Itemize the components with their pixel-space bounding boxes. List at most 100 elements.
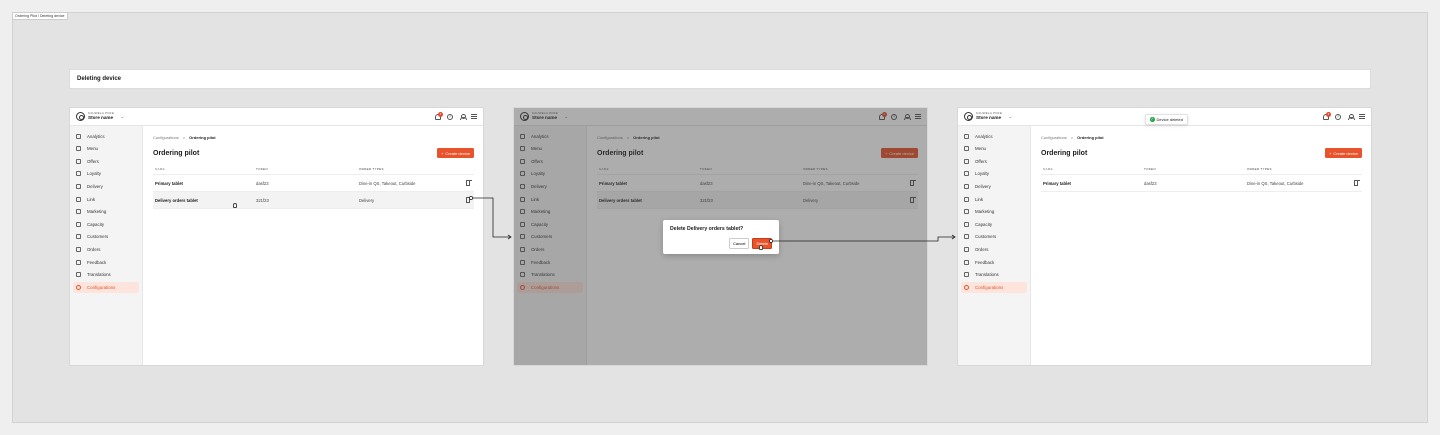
plus-icon: +	[440, 150, 444, 156]
table-row[interactable]: Delivery orders tablet 321f23 Delivery	[153, 192, 474, 209]
topbar: KAUWELA POKE Store name ⌄ 2 ?	[70, 108, 483, 126]
sidebar-item-capacity[interactable]: Capacity	[73, 219, 139, 230]
crown-icon	[76, 171, 81, 177]
page-title: Ordering pilot	[153, 149, 200, 157]
success-toast: ✓ Device deleted	[1145, 114, 1188, 125]
board-tag: Ordering Pilot / Deleting device	[12, 12, 68, 20]
frame-after-delete: KAUWELA POKE Store name ⌄ 2 ? ✓ Device d…	[957, 107, 1372, 366]
trash-icon[interactable]	[1353, 179, 1360, 186]
customers-icon	[964, 234, 969, 240]
breadcrumb-parent[interactable]: Configurations	[1041, 135, 1067, 140]
gear-icon	[76, 284, 81, 290]
help-icon[interactable]: ?	[447, 113, 453, 120]
table-row[interactable]: Primary tablet dasf23 Dine-in QS, Takeou…	[1041, 175, 1362, 192]
create-device-button[interactable]: + Create device	[436, 148, 474, 158]
notification-badge: 2	[438, 111, 443, 117]
breadcrumb: Configurations > Ordering pilot	[153, 135, 474, 140]
dialog-title: Delete Delivery orders tablet?	[670, 226, 744, 232]
bell-icon[interactable]: 2	[1323, 111, 1331, 120]
megaphone-icon	[76, 209, 81, 215]
sidebar-item-delivery[interactable]: Delivery	[961, 181, 1027, 192]
toast-text: Device deleted	[1156, 117, 1183, 122]
sidebar-item-configurations[interactable]: Configurations	[73, 281, 139, 293]
user-icon[interactable]	[459, 113, 467, 120]
sidebar-item-link[interactable]: Link	[961, 194, 1027, 205]
sidebar-item-link[interactable]: Link	[73, 194, 139, 205]
store-switcher[interactable]: KAUWELA POKE Store name	[976, 112, 1002, 121]
sidebar-item-analytics[interactable]: Analytics	[73, 131, 139, 142]
devices-table: NAME TOKEN ORDER TYPES Primary tablet da…	[1041, 167, 1362, 192]
check-circle-icon: ✓	[1150, 117, 1155, 122]
flow-title: Deleting device	[77, 76, 122, 82]
sidebar-item-offers[interactable]: Offers	[73, 156, 139, 167]
sidebar: Analytics Menu Offers Loyalty Delivery L…	[70, 126, 143, 365]
sidebar-item-orders[interactable]: Orders	[73, 244, 139, 255]
cancel-button[interactable]: Cancel	[728, 238, 750, 249]
bell-icon[interactable]: 2	[435, 111, 443, 120]
sidebar-item-analytics[interactable]: Analytics	[961, 131, 1027, 142]
store-name: Store name	[976, 115, 1002, 121]
sidebar-item-customers[interactable]: Customers	[961, 231, 1027, 242]
logo-icon	[76, 112, 85, 121]
link-icon	[76, 196, 81, 202]
gauge-icon	[76, 221, 81, 227]
sidebar-item-configurations[interactable]: Configurations	[961, 281, 1027, 293]
table-row[interactable]: Primary tablet dasf23 Dine-in QS, Takeou…	[153, 175, 474, 192]
chart-icon	[76, 133, 81, 139]
store-name: Store name	[88, 115, 114, 121]
sidebar-item-translations[interactable]: Translations	[73, 269, 139, 280]
sidebar-item-feedback[interactable]: Feedback	[961, 257, 1027, 268]
logo-icon	[964, 112, 973, 121]
sidebar-item-feedback[interactable]: Feedback	[73, 257, 139, 268]
breadcrumb-separator: >	[182, 135, 186, 140]
utensils-icon	[964, 146, 969, 152]
sidebar-item-marketing[interactable]: Marketing	[961, 206, 1027, 217]
percent-icon	[76, 158, 81, 164]
sidebar-item-marketing[interactable]: Marketing	[73, 206, 139, 217]
sidebar-item-orders[interactable]: Orders	[961, 244, 1027, 255]
link-icon	[964, 196, 969, 202]
table-header: NAME TOKEN ORDER TYPES	[153, 167, 474, 175]
sidebar-item-offers[interactable]: Offers	[961, 156, 1027, 167]
pointer-cursor-icon	[233, 203, 237, 208]
store-switcher[interactable]: KAUWELA POKE Store name	[88, 112, 114, 121]
sidebar-item-delivery[interactable]: Delivery	[73, 181, 139, 192]
sidebar-item-loyalty[interactable]: Loyalty	[961, 168, 1027, 179]
breadcrumb-separator: >	[1070, 135, 1074, 140]
chevron-down-icon[interactable]: ⌄	[1008, 114, 1012, 120]
create-device-button[interactable]: + Create device	[1324, 148, 1362, 158]
sidebar-item-menu[interactable]: Menu	[73, 143, 139, 154]
main-content: Configurations > Ordering pilot Ordering…	[1031, 126, 1371, 365]
truck-icon	[964, 183, 969, 189]
flow-title-banner: Deleting device	[69, 69, 1371, 89]
sidebar-item-customers[interactable]: Customers	[73, 231, 139, 242]
crown-icon	[964, 171, 969, 177]
chevron-down-icon[interactable]: ⌄	[120, 114, 124, 120]
sidebar-item-loyalty[interactable]: Loyalty	[73, 168, 139, 179]
pointer-cursor-icon	[759, 245, 763, 250]
customers-icon	[76, 234, 81, 240]
trash-icon[interactable]	[465, 179, 472, 186]
trash-icon[interactable]	[465, 196, 472, 203]
orders-icon	[964, 246, 969, 252]
breadcrumb-current: Ordering pilot	[189, 135, 216, 140]
translate-icon	[76, 272, 81, 278]
thumbs-up-icon	[964, 259, 969, 265]
percent-icon	[964, 158, 969, 164]
main-content: Configurations > Ordering pilot Ordering…	[143, 126, 483, 365]
breadcrumb-parent[interactable]: Configurations	[153, 135, 179, 140]
menu-icon[interactable]	[471, 114, 477, 119]
sidebar-item-menu[interactable]: Menu	[961, 143, 1027, 154]
sidebar: Analytics Menu Offers Loyalty Delivery L…	[958, 126, 1031, 365]
sidebar-item-translations[interactable]: Translations	[961, 269, 1027, 280]
menu-icon[interactable]	[1359, 114, 1365, 119]
truck-icon	[76, 183, 81, 189]
plus-icon: +	[1328, 150, 1332, 156]
devices-table: NAME TOKEN ORDER TYPES Primary tablet da…	[153, 167, 474, 209]
utensils-icon	[76, 146, 81, 152]
orders-icon	[76, 246, 81, 252]
sidebar-item-capacity[interactable]: Capacity	[961, 219, 1027, 230]
user-icon[interactable]	[1347, 113, 1355, 120]
table-header: NAME TOKEN ORDER TYPES	[1041, 167, 1362, 175]
help-icon[interactable]: ?	[1335, 113, 1341, 120]
